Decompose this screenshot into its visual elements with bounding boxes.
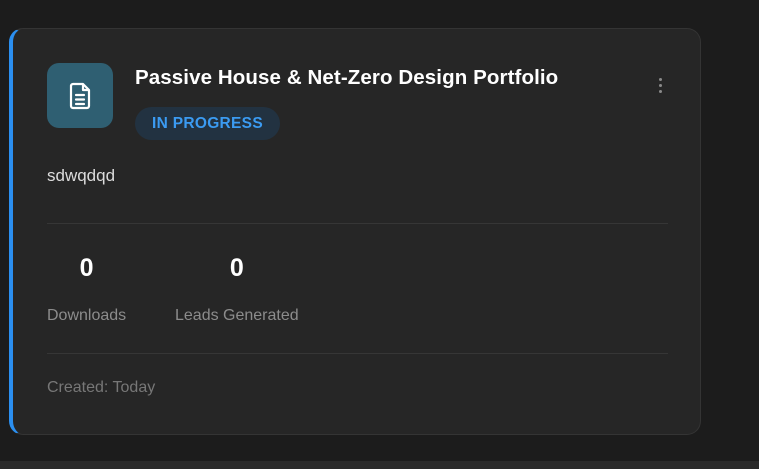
leads-generated-count: 0 <box>229 254 244 282</box>
card-description: sdwqdqd <box>47 166 116 185</box>
bottom-edge <box>0 461 759 469</box>
divider <box>47 353 668 354</box>
document-icon <box>47 63 113 128</box>
page: Passive House & Net-Zero Design Portfoli… <box>0 0 759 469</box>
downloads-label: Downloads <box>47 307 127 324</box>
more-options-button[interactable] <box>649 73 671 97</box>
more-vertical-icon <box>658 77 662 81</box>
created-date: Created: Today <box>47 379 156 396</box>
stat-leads-generated: 0 Leads Generated <box>175 252 299 325</box>
status-badge: IN PROGRESS <box>135 107 280 140</box>
card-title[interactable]: Passive House & Net-Zero Design Portfoli… <box>135 66 558 90</box>
portfolio-card[interactable]: Passive House & Net-Zero Design Portfoli… <box>9 28 701 435</box>
leads-generated-label: Leads Generated <box>175 307 299 324</box>
divider <box>47 223 668 224</box>
downloads-count: 0 <box>79 254 94 282</box>
stat-downloads: 0 Downloads <box>47 252 126 325</box>
